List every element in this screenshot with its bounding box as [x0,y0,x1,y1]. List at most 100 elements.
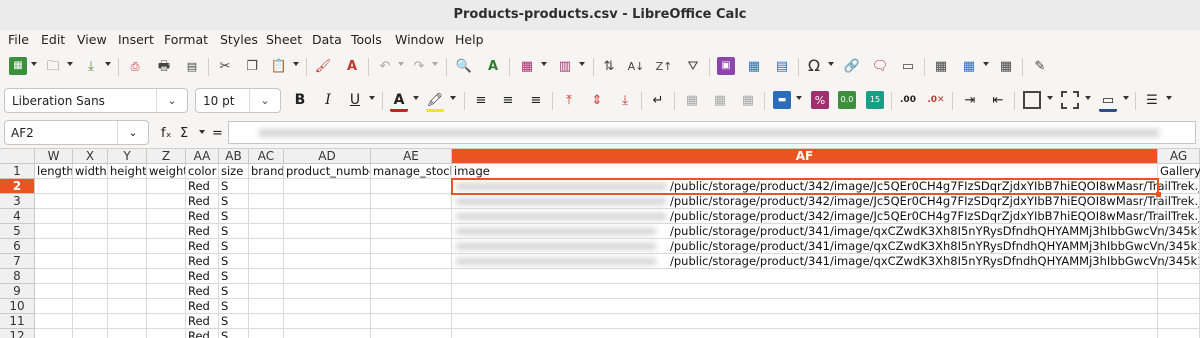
cell[interactable] [284,239,371,254]
cell[interactable] [452,284,1158,299]
cell[interactable] [73,269,108,284]
cell[interactable] [147,224,186,239]
cell[interactable] [35,209,73,224]
cell[interactable] [35,179,73,194]
cell[interactable] [249,224,284,239]
row-header-7[interactable]: 7 [0,254,35,269]
redo-icon[interactable]: ↷ [410,57,428,75]
hyperlink-icon[interactable]: 🔗 [843,57,861,75]
open-folder-icon[interactable]: 🗀 [44,57,62,75]
row-header-10[interactable]: 10 [0,299,35,314]
cell[interactable] [249,269,284,284]
cell[interactable] [371,239,452,254]
column-header-ag[interactable]: AG [1158,149,1200,164]
format-percent-icon[interactable]: % [811,91,829,109]
color-cell[interactable]: Red [186,284,219,299]
cell[interactable] [452,269,1158,284]
color-cell[interactable]: Red [186,194,219,209]
cell[interactable] [35,254,73,269]
name-box[interactable]: AF2 ⌄ [4,120,149,145]
row-header-8[interactable]: 8 [0,269,35,284]
sort-descending-icon[interactable]: Z↑ [655,57,673,75]
cell[interactable] [73,314,108,329]
cell[interactable] [147,209,186,224]
menu-view[interactable]: View [77,32,107,47]
pivot-table-icon[interactable]: ▤ [773,57,791,75]
image-cell[interactable]: /public/storage/product/341/image/qxCZwd… [452,224,1200,239]
decrease-indent-icon[interactable]: ⇤ [989,91,1007,109]
header-cell-brand[interactable]: brand [249,164,284,179]
highlight-dropdown-icon[interactable] [450,96,456,100]
cell[interactable] [108,299,147,314]
column-header-x[interactable]: X [73,149,108,164]
cell[interactable] [147,254,186,269]
size-cell[interactable]: S [219,209,249,224]
cell[interactable] [108,269,147,284]
select-all-corner[interactable] [0,149,35,164]
cell[interactable] [1158,329,1200,338]
cell[interactable] [147,329,186,338]
save-icon[interactable]: ⤓ [82,57,100,75]
merge-center-icon[interactable]: ▦ [683,91,701,109]
row-icon[interactable]: ▦ [518,57,536,75]
cell[interactable] [73,254,108,269]
comment-icon[interactable]: 🗨 [871,57,889,75]
size-cell[interactable]: S [219,239,249,254]
header-cell-color[interactable]: color [186,164,219,179]
align-bottom-icon[interactable]: ⤓ [616,91,634,109]
autofill-handle[interactable] [1156,192,1161,197]
header-cell-size[interactable]: size [219,164,249,179]
size-cell[interactable]: S [219,194,249,209]
cell[interactable] [284,329,371,338]
cell[interactable] [35,284,73,299]
cut-icon[interactable]: ✂ [216,57,234,75]
insert-chart-icon[interactable]: ▦ [745,57,763,75]
cell[interactable] [1158,254,1200,269]
image-cell[interactable]: /public/storage/product/341/image/qxCZwd… [452,239,1200,254]
header-cell-height[interactable]: height [108,164,147,179]
undo-dropdown-icon[interactable] [398,62,404,66]
cell[interactable] [249,239,284,254]
cell[interactable] [249,179,284,194]
column-dropdown-icon[interactable] [579,62,585,66]
cell[interactable] [249,284,284,299]
cell[interactable] [371,299,452,314]
borders-icon[interactable] [1023,91,1041,109]
color-cell[interactable]: Red [186,224,219,239]
size-cell[interactable]: S [219,254,249,269]
image-cell[interactable]: /public/storage/product/342/image/Jc5QEr… [452,209,1200,224]
border-style-dropdown-icon[interactable] [1085,96,1091,100]
highlight-color-icon[interactable]: 🖍 [426,91,444,112]
header-cell-length[interactable]: length [35,164,73,179]
menu-insert[interactable]: Insert [118,32,154,47]
paste-icon[interactable]: 📋 [270,57,288,75]
clear-formatting-icon[interactable]: A [343,57,361,75]
spreadsheet-grid[interactable]: W X Y Z AA AB AC AD AE AF AG 1 2 3 4 5 6 7 8 9 10 11 12 length w… [0,149,1200,338]
cell[interactable] [73,194,108,209]
menu-tools[interactable]: Tools [351,32,382,47]
sort-icon[interactable]: ⇅ [600,57,618,75]
font-name-combo[interactable]: Liberation Sans ⌄ [4,88,188,113]
border-style-icon[interactable] [1061,91,1079,109]
header-cell-manage-stock[interactable]: manage_stock [371,164,452,179]
define-print-area-icon[interactable]: ▦ [932,57,950,75]
header-cell-image[interactable]: image [452,164,1158,179]
cell[interactable] [108,329,147,338]
redo-dropdown-icon[interactable] [432,62,438,66]
header-cell-product-number[interactable]: product_number [284,164,371,179]
cell[interactable] [147,269,186,284]
cell[interactable] [73,179,108,194]
column-header-ae[interactable]: AE [371,149,452,164]
cell[interactable] [284,209,371,224]
column-header-w[interactable]: W [35,149,73,164]
cell[interactable] [108,284,147,299]
size-cell[interactable]: S [219,179,249,194]
cell[interactable] [249,209,284,224]
color-cell[interactable]: Red [186,179,219,194]
split-window-icon[interactable]: ▦ [997,57,1015,75]
column-header-af[interactable]: AF [452,149,1158,164]
cell[interactable] [108,224,147,239]
cell[interactable] [73,329,108,338]
color-cell[interactable]: Red [186,329,219,338]
cell[interactable] [108,239,147,254]
